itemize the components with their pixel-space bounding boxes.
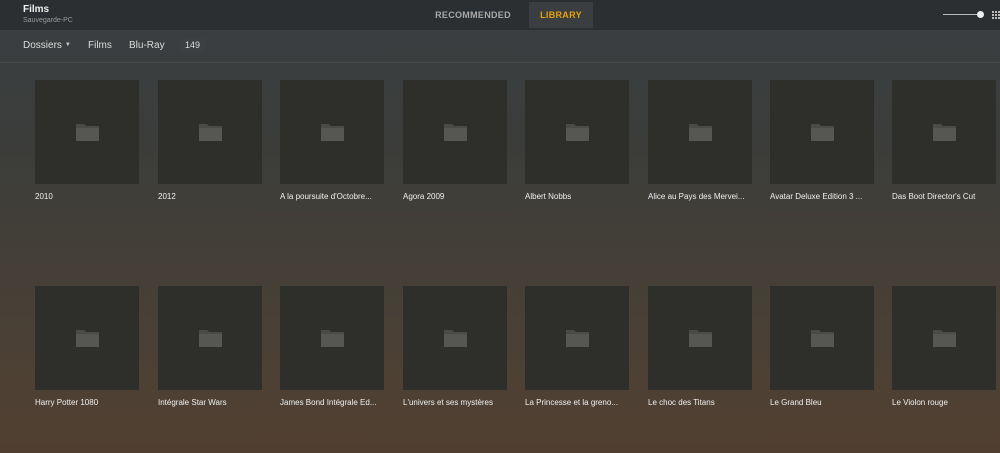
tab-recommended[interactable]: RECOMMENDED [420, 0, 526, 28]
toolbar-divider [0, 62, 1000, 63]
folder-icon [320, 327, 345, 348]
folder-icon [443, 327, 468, 348]
folder-tile[interactable] [280, 286, 384, 390]
folder-title[interactable]: Alice au Pays des Mervei... [648, 192, 756, 201]
folder-icon [688, 327, 713, 348]
library-title: Films [23, 4, 50, 15]
folder-tile[interactable] [770, 80, 874, 184]
folder-title[interactable]: Intégrale Star Wars [158, 398, 266, 407]
folder-title[interactable]: A la poursuite d'Octobre... [280, 192, 388, 201]
zoom-slider-handle[interactable] [977, 11, 984, 18]
tab-library[interactable]: LIBRARY [529, 2, 593, 28]
folder-icon [688, 121, 713, 142]
folder-title[interactable]: Le choc des Titans [648, 398, 756, 407]
zoom-slider-track[interactable] [943, 14, 979, 15]
folder-title[interactable]: La Princesse et la greno... [525, 398, 633, 407]
folder-icon [810, 327, 835, 348]
folder-tile[interactable] [648, 286, 752, 390]
folder-tile[interactable] [403, 80, 507, 184]
folder-icon [565, 121, 590, 142]
folder-icon [932, 121, 957, 142]
folder-title[interactable]: Le Violon rouge [892, 398, 1000, 407]
folder-title[interactable]: Agora 2009 [403, 192, 511, 201]
folder-tile[interactable] [770, 286, 874, 390]
folder-tile[interactable] [525, 80, 629, 184]
folder-icon [932, 327, 957, 348]
folder-title[interactable]: Avatar Deluxe Edition 3 ... [770, 192, 878, 201]
folder-tile[interactable] [525, 286, 629, 390]
folder-tile[interactable] [892, 80, 996, 184]
folders-dropdown-label: Dossiers [23, 40, 62, 51]
films-filter[interactable]: Films [88, 40, 112, 51]
bluray-filter[interactable]: Blu-Ray [129, 40, 165, 51]
chevron-down-icon: ▼ [64, 42, 71, 48]
folder-tile[interactable] [158, 80, 262, 184]
grid-view-icon[interactable] [992, 11, 1000, 19]
folder-tile[interactable] [158, 286, 262, 390]
folders-dropdown[interactable]: Dossiers ▼ [23, 40, 71, 51]
top-bar: Films Sauvegarde-PC RECOMMENDED LIBRARY [0, 0, 1000, 30]
folder-title[interactable]: James Bond Intégrale Ed... [280, 398, 388, 407]
folder-tile[interactable] [35, 286, 139, 390]
folder-icon [443, 121, 468, 142]
folder-icon [75, 327, 100, 348]
folder-title[interactable]: Le Grand Bleu [770, 398, 878, 407]
folder-icon [75, 121, 100, 142]
folder-title[interactable]: Das Boot Director's Cut [892, 192, 1000, 201]
folder-title[interactable]: 2010 [35, 192, 143, 201]
item-count-badge: 149 [180, 38, 206, 52]
folder-title[interactable]: Albert Nobbs [525, 192, 633, 201]
folder-tile[interactable] [892, 286, 996, 390]
folder-icon [198, 121, 223, 142]
folder-tile[interactable] [403, 286, 507, 390]
folder-tile[interactable] [35, 80, 139, 184]
folder-icon [810, 121, 835, 142]
folder-icon [198, 327, 223, 348]
folder-icon [320, 121, 345, 142]
folder-tile[interactable] [648, 80, 752, 184]
folder-title[interactable]: 2012 [158, 192, 266, 201]
folder-title[interactable]: L'univers et ses mystères [403, 398, 511, 407]
folder-title[interactable]: Harry Potter 1080 [35, 398, 143, 407]
server-name: Sauvegarde-PC [23, 17, 73, 24]
library-toolbar: Dossiers ▼ Films Blu-Ray 149 [0, 30, 1000, 62]
folder-icon [565, 327, 590, 348]
folder-tile[interactable] [280, 80, 384, 184]
